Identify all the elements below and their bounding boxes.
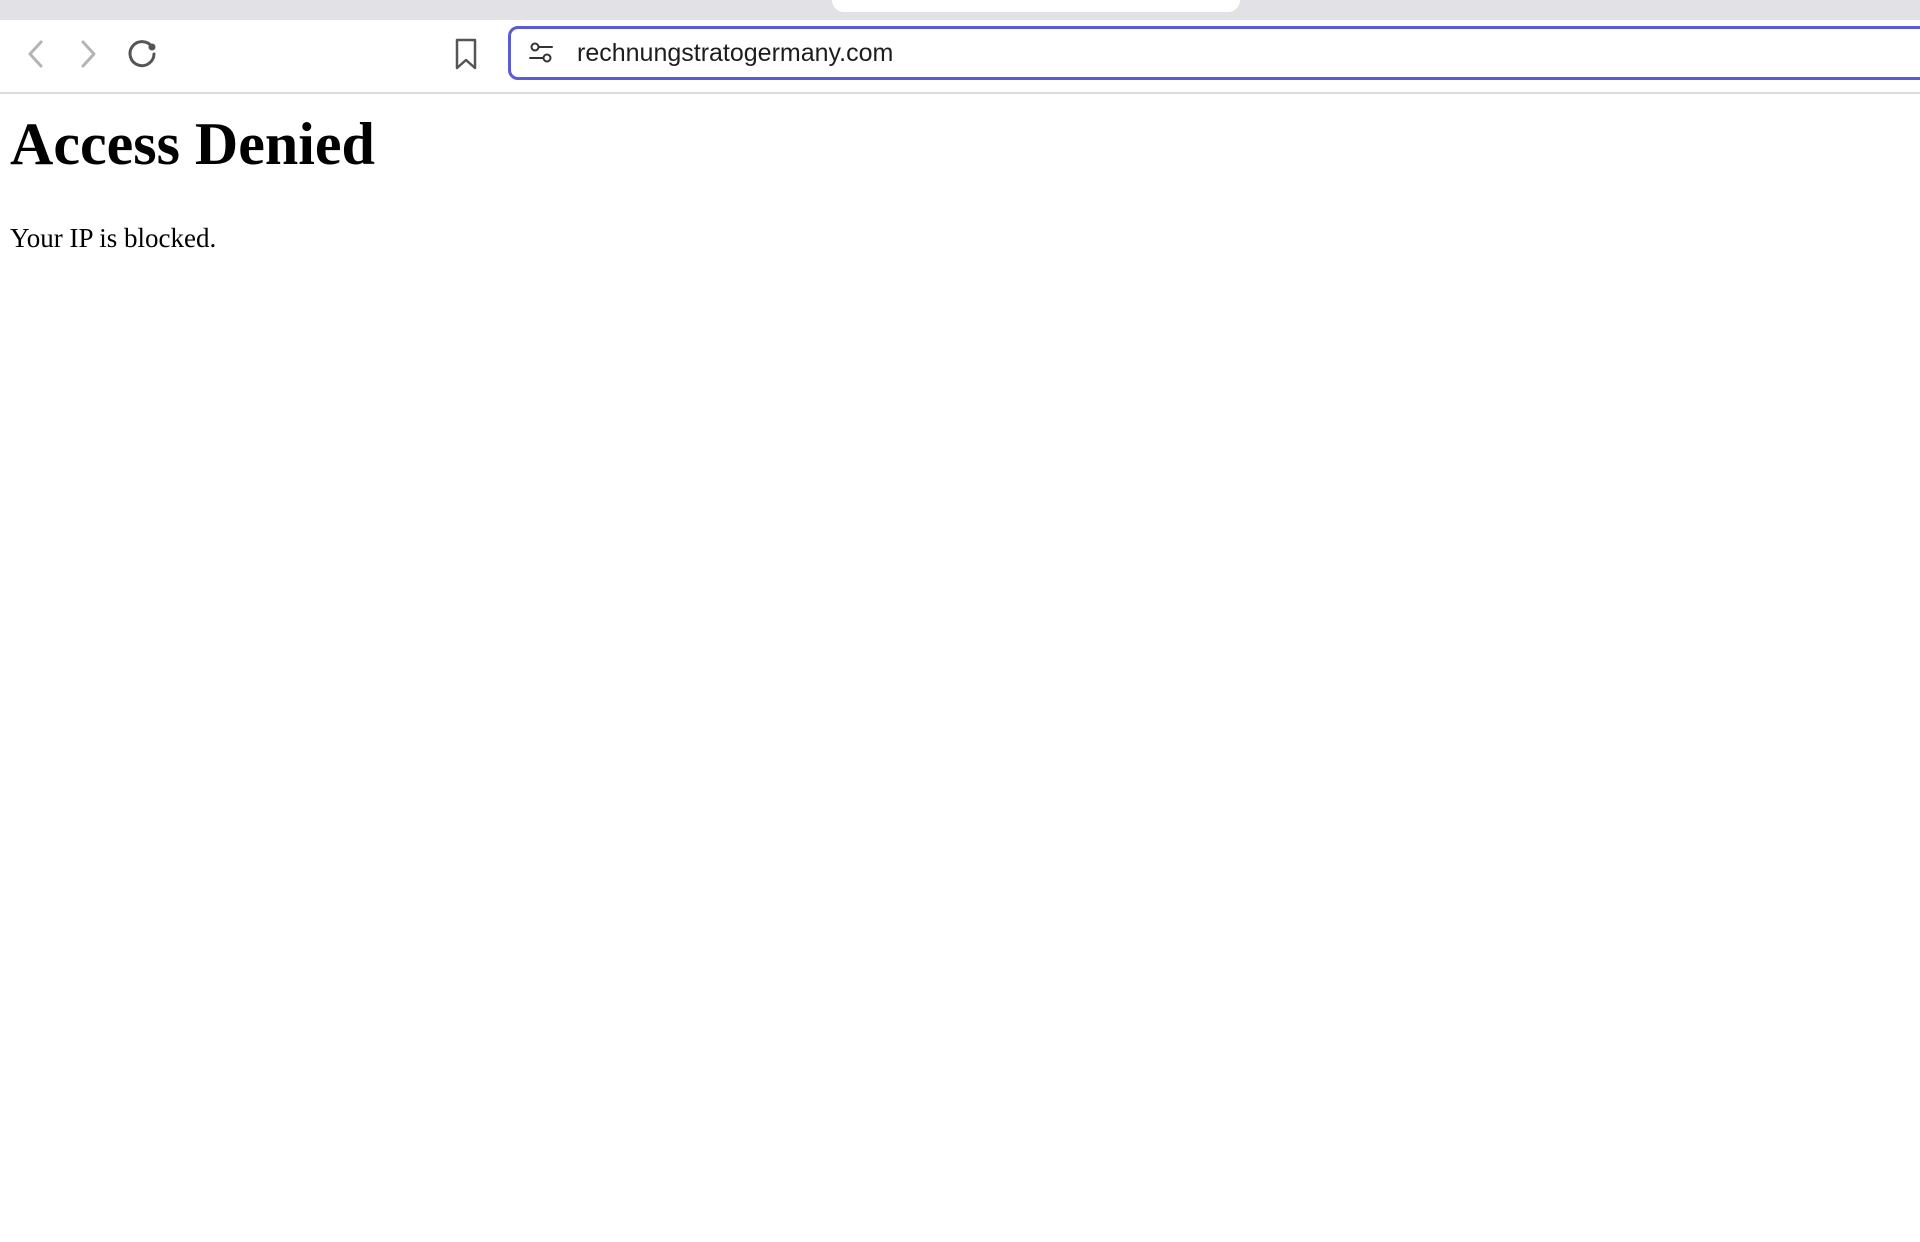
site-settings-button[interactable]: [525, 37, 557, 69]
site-settings-icon: [529, 42, 553, 63]
reload-icon: [128, 40, 156, 68]
back-button[interactable]: [16, 34, 56, 74]
blocked-message: Your IP is blocked.: [10, 223, 217, 253]
bookmark-button[interactable]: [446, 34, 486, 74]
address-bar[interactable]: [508, 26, 1920, 80]
reload-button[interactable]: [122, 34, 162, 74]
chevron-left-icon: [28, 40, 43, 68]
page-title: Access Denied: [10, 111, 375, 177]
browser-toolbar: [0, 20, 1920, 94]
active-tab-indicator[interactable]: [832, 0, 1240, 12]
page-content: Access Denied Your IP is blocked.: [10, 94, 1890, 254]
url-input[interactable]: [577, 35, 1777, 71]
bookmark-icon: [455, 38, 477, 70]
forward-button[interactable]: [68, 34, 108, 74]
chevron-right-icon: [81, 40, 96, 68]
browser-top-strip: [0, 0, 1920, 20]
